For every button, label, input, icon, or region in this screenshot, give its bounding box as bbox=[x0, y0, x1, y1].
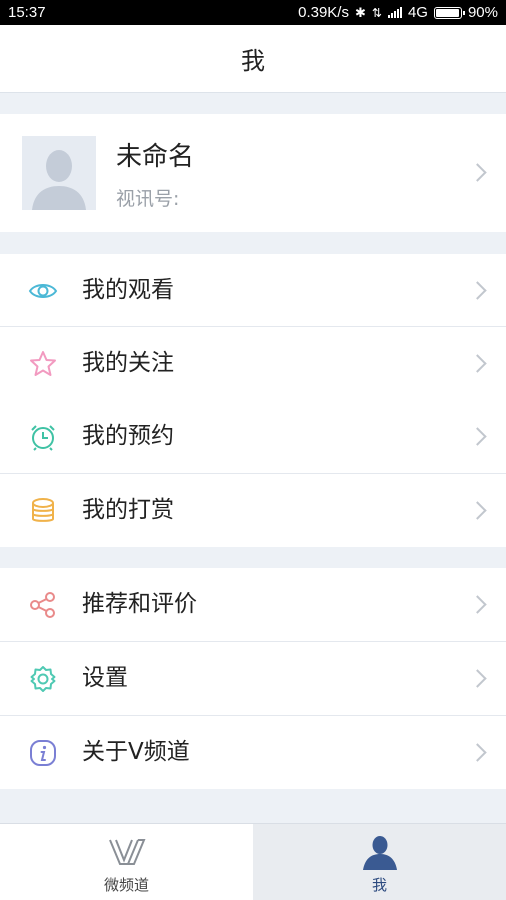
status-bar: 15:37 0.39K/s ✱ ⇅ 4G 90% bbox=[0, 0, 506, 25]
tab-label: 我 bbox=[371, 876, 387, 894]
share-icon bbox=[30, 592, 55, 618]
signal-icon bbox=[387, 7, 402, 18]
chevron-right-icon bbox=[468, 668, 487, 688]
menu-item-tips[interactable]: 我的打赏 bbox=[0, 474, 506, 547]
menu-item-label: 我的打赏 bbox=[82, 497, 174, 523]
chevron-right-icon bbox=[468, 742, 487, 762]
eye-icon bbox=[28, 284, 58, 298]
info-icon bbox=[30, 740, 56, 766]
gear-icon bbox=[30, 666, 56, 692]
tab-weipindao[interactable]: 微频道 bbox=[0, 824, 253, 900]
star-icon bbox=[30, 351, 56, 376]
menu-item-reservations[interactable]: 我的预约 bbox=[0, 400, 506, 473]
network-speed: 0.39K/s bbox=[298, 4, 349, 21]
menu-item-label: 我的关注 bbox=[82, 350, 174, 376]
chevron-right-icon bbox=[468, 426, 487, 446]
alarm-clock-icon bbox=[31, 425, 55, 451]
chevron-right-icon bbox=[468, 280, 487, 300]
bottom-tab-bar: 微频道 我 bbox=[0, 823, 506, 900]
menu-item-following[interactable]: 我的关注 bbox=[0, 327, 506, 400]
page-header: 我 bbox=[0, 25, 506, 93]
profile-card[interactable]: 未命名 视讯号: bbox=[0, 114, 506, 232]
battery-level: 90% bbox=[467, 4, 498, 21]
chevron-right-icon bbox=[468, 163, 487, 182]
chevron-right-icon bbox=[468, 500, 487, 520]
profile-id-label: 视讯号: bbox=[116, 188, 180, 210]
v-logo-icon bbox=[108, 839, 145, 865]
menu-item-about[interactable]: 关于V频道 bbox=[0, 716, 506, 789]
data-transfer-icon: ⇅ bbox=[371, 5, 382, 20]
tab-label: 微频道 bbox=[103, 876, 149, 894]
battery-icon bbox=[433, 6, 465, 19]
menu-item-label: 我的观看 bbox=[82, 277, 174, 303]
person-icon bbox=[362, 836, 397, 870]
status-right: 0.39K/s ✱ ⇅ 4G 90% bbox=[298, 4, 498, 21]
default-avatar-icon bbox=[22, 136, 96, 210]
menu-item-label: 推荐和评价 bbox=[82, 591, 197, 617]
avatar bbox=[22, 136, 96, 210]
bluetooth-icon: ✱ bbox=[354, 4, 366, 20]
menu-item-settings[interactable]: 设置 bbox=[0, 642, 506, 715]
profile-name: 未命名 bbox=[116, 142, 195, 172]
menu-item-label: 设置 bbox=[82, 665, 128, 691]
menu-item-label: 我的预约 bbox=[82, 423, 174, 449]
network-type: 4G bbox=[407, 4, 428, 21]
coins-icon bbox=[32, 498, 54, 522]
status-time: 15:37 bbox=[8, 4, 46, 21]
page-title: 我 bbox=[241, 47, 265, 75]
menu-item-label: 关于V频道 bbox=[82, 739, 190, 765]
menu-item-watch-history[interactable]: 我的观看 bbox=[0, 254, 506, 327]
tab-me[interactable]: 我 bbox=[253, 824, 506, 900]
chevron-right-icon bbox=[468, 594, 487, 614]
menu-item-recommend-rate[interactable]: 推荐和评价 bbox=[0, 568, 506, 641]
chevron-right-icon bbox=[468, 353, 487, 373]
